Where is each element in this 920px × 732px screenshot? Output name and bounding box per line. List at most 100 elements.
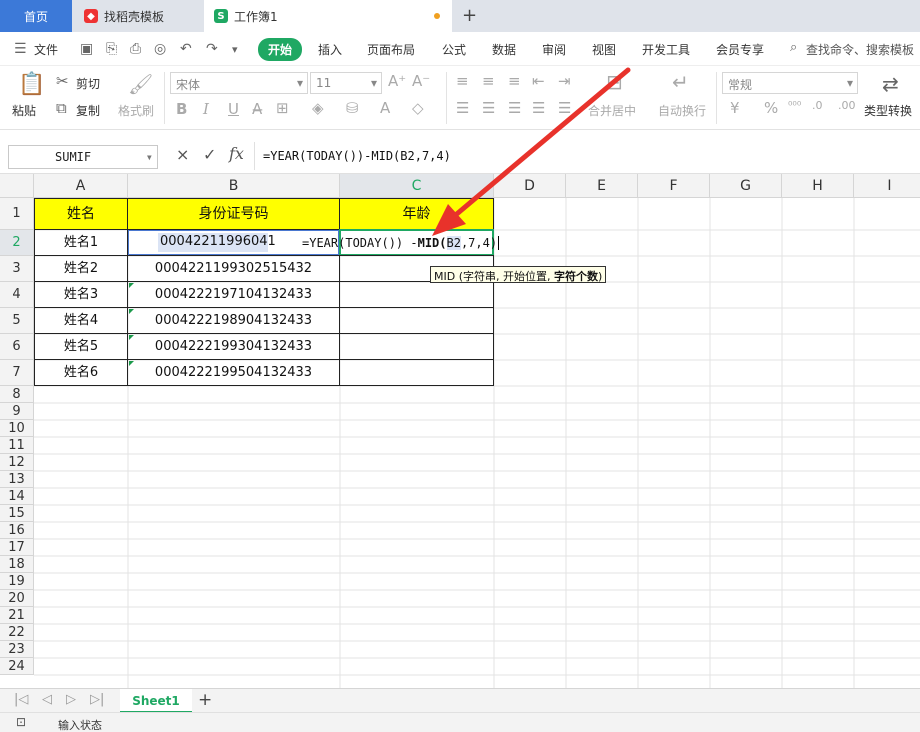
align-right-icon[interactable]: ☰	[508, 99, 521, 117]
row-header[interactable]: 8	[0, 386, 34, 403]
column-header-f[interactable]: F	[638, 174, 710, 198]
merge-center-button[interactable]: 合并居中	[588, 102, 636, 119]
header-cell-name[interactable]: 姓名	[34, 198, 128, 230]
tab-template[interactable]: ◆ 找稻壳模板	[74, 0, 202, 32]
menu-file[interactable]: 文件	[34, 41, 58, 58]
row-header[interactable]: 1	[0, 198, 34, 230]
indent-increase-icon[interactable]: ⇥	[558, 72, 571, 90]
id-cell[interactable]: 0004222199504132433	[127, 359, 340, 386]
print-icon[interactable]: ⎙	[130, 41, 141, 57]
name-cell[interactable]: 姓名5	[34, 333, 128, 360]
align-top-icon[interactable]: ≡	[456, 72, 469, 90]
header-cell-id[interactable]: 身份证号码	[127, 198, 340, 230]
add-sheet-button[interactable]: +	[198, 690, 212, 710]
sheet-tab-sheet1[interactable]: Sheet1	[120, 689, 192, 713]
menu-developer[interactable]: 开发工具	[642, 41, 690, 58]
menu-data[interactable]: 数据	[492, 41, 516, 58]
name-cell[interactable]: 姓名2	[34, 255, 128, 282]
row-header[interactable]: 19	[0, 573, 34, 590]
menu-review[interactable]: 审阅	[542, 41, 566, 58]
last-sheet-icon[interactable]: ▷|	[90, 692, 104, 707]
row-header[interactable]: 16	[0, 522, 34, 539]
age-cell[interactable]	[339, 307, 494, 334]
select-all-corner[interactable]	[0, 174, 34, 198]
redo-icon[interactable]: ↷	[206, 41, 218, 57]
row-header[interactable]: 7	[0, 360, 34, 386]
id-cell[interactable]: 0004222199304132433	[127, 333, 340, 360]
formula-input[interactable]: =YEAR(TODAY())-MID(B2,7,4)	[254, 142, 920, 170]
tab-home[interactable]: 首页	[0, 0, 72, 32]
row-header[interactable]: 6	[0, 334, 34, 360]
menu-insert[interactable]: 插入	[318, 41, 342, 58]
row-header[interactable]: 13	[0, 471, 34, 488]
row-header[interactable]: 24	[0, 658, 34, 675]
name-cell[interactable]: 姓名4	[34, 307, 128, 334]
row-header[interactable]: 4	[0, 282, 34, 308]
age-cell[interactable]	[339, 281, 494, 308]
strikethrough-icon[interactable]: A̶	[252, 100, 262, 118]
row-header[interactable]: 5	[0, 308, 34, 334]
menu-start[interactable]: 开始	[258, 38, 303, 61]
age-cell[interactable]	[339, 333, 494, 360]
decrease-decimal-icon[interactable]: .00	[838, 99, 856, 112]
save-icon[interactable]: ▣	[80, 41, 93, 57]
column-header-c[interactable]: C	[340, 174, 494, 198]
thousands-icon[interactable]: ⁰⁰⁰	[788, 99, 801, 112]
prev-sheet-icon[interactable]: ◁	[42, 692, 52, 707]
row-header[interactable]: 20	[0, 590, 34, 607]
align-left-icon[interactable]: ☰	[456, 99, 469, 117]
row-header[interactable]: 3	[0, 256, 34, 282]
quick-access-dropdown-icon[interactable]: ▾	[232, 43, 238, 56]
row-header[interactable]: 9	[0, 403, 34, 420]
undo-icon[interactable]: ↶	[180, 41, 192, 57]
tab-workbook[interactable]: S 工作簿1	[204, 0, 452, 32]
macro-record-icon[interactable]: ⊡	[16, 715, 26, 729]
paste-button[interactable]: 粘贴	[12, 102, 36, 119]
print-preview-icon[interactable]: ◎	[154, 41, 166, 57]
id-cell[interactable]: 0004222198904132433	[127, 307, 340, 334]
header-cell-age[interactable]: 年龄	[339, 198, 494, 230]
column-header-g[interactable]: G	[710, 174, 782, 198]
align-bottom-icon[interactable]: ≡	[508, 72, 521, 90]
column-header-h[interactable]: H	[782, 174, 854, 198]
column-header-i[interactable]: I	[854, 174, 920, 198]
export-icon[interactable]: ⎘	[106, 41, 117, 57]
paint-bucket-icon[interactable]: ⛁	[346, 99, 359, 117]
font-size-select[interactable]: 11 ▾	[310, 72, 382, 94]
percent-button[interactable]: %	[764, 99, 778, 117]
font-name-select[interactable]: 宋体 ▾	[170, 72, 308, 94]
bold-button[interactable]: B	[176, 100, 187, 118]
format-painter-button[interactable]: 格式刷	[118, 102, 154, 119]
row-header[interactable]: 10	[0, 420, 34, 437]
eraser-icon[interactable]: ◇	[412, 99, 424, 117]
row-header[interactable]: 12	[0, 454, 34, 471]
increase-font-icon[interactable]: A⁺	[388, 72, 406, 90]
justify-icon[interactable]: ☰	[532, 99, 545, 117]
row-header[interactable]: 22	[0, 624, 34, 641]
id-cell[interactable]: 0004222197104132433	[127, 281, 340, 308]
name-box[interactable]: SUMIF ▾	[8, 145, 158, 169]
in-cell-editor[interactable]: =YEAR(TODAY()) -MID(B2,7,4)	[302, 236, 500, 250]
type-convert-button[interactable]: 类型转换	[864, 102, 912, 119]
confirm-icon[interactable]: ✓	[203, 145, 216, 164]
name-cell[interactable]: 姓名6	[34, 359, 128, 386]
menu-page-layout[interactable]: 页面布局	[367, 41, 415, 58]
insert-function-icon[interactable]: fx	[229, 144, 244, 163]
row-header[interactable]: 2	[0, 230, 34, 256]
row-header[interactable]: 11	[0, 437, 34, 454]
number-format-select[interactable]: 常规 ▾	[722, 72, 858, 94]
hamburger-icon[interactable]: ☰	[14, 41, 27, 57]
font-color-icon[interactable]: A	[380, 99, 390, 117]
increase-decimal-icon[interactable]: .0	[812, 99, 823, 112]
currency-button[interactable]: ¥	[730, 99, 740, 117]
row-header[interactable]: 14	[0, 488, 34, 505]
cut-button[interactable]: 剪切	[76, 75, 100, 92]
cancel-icon[interactable]: ×	[176, 145, 189, 164]
distribute-icon[interactable]: ☰	[558, 99, 571, 117]
copy-button[interactable]: 复制	[76, 102, 100, 119]
decrease-font-icon[interactable]: A⁻	[412, 72, 430, 90]
menu-view[interactable]: 视图	[592, 41, 616, 58]
italic-button[interactable]: I	[203, 100, 209, 118]
border-icon[interactable]: ⊞	[276, 99, 289, 117]
align-center-icon[interactable]: ☰	[482, 99, 495, 117]
